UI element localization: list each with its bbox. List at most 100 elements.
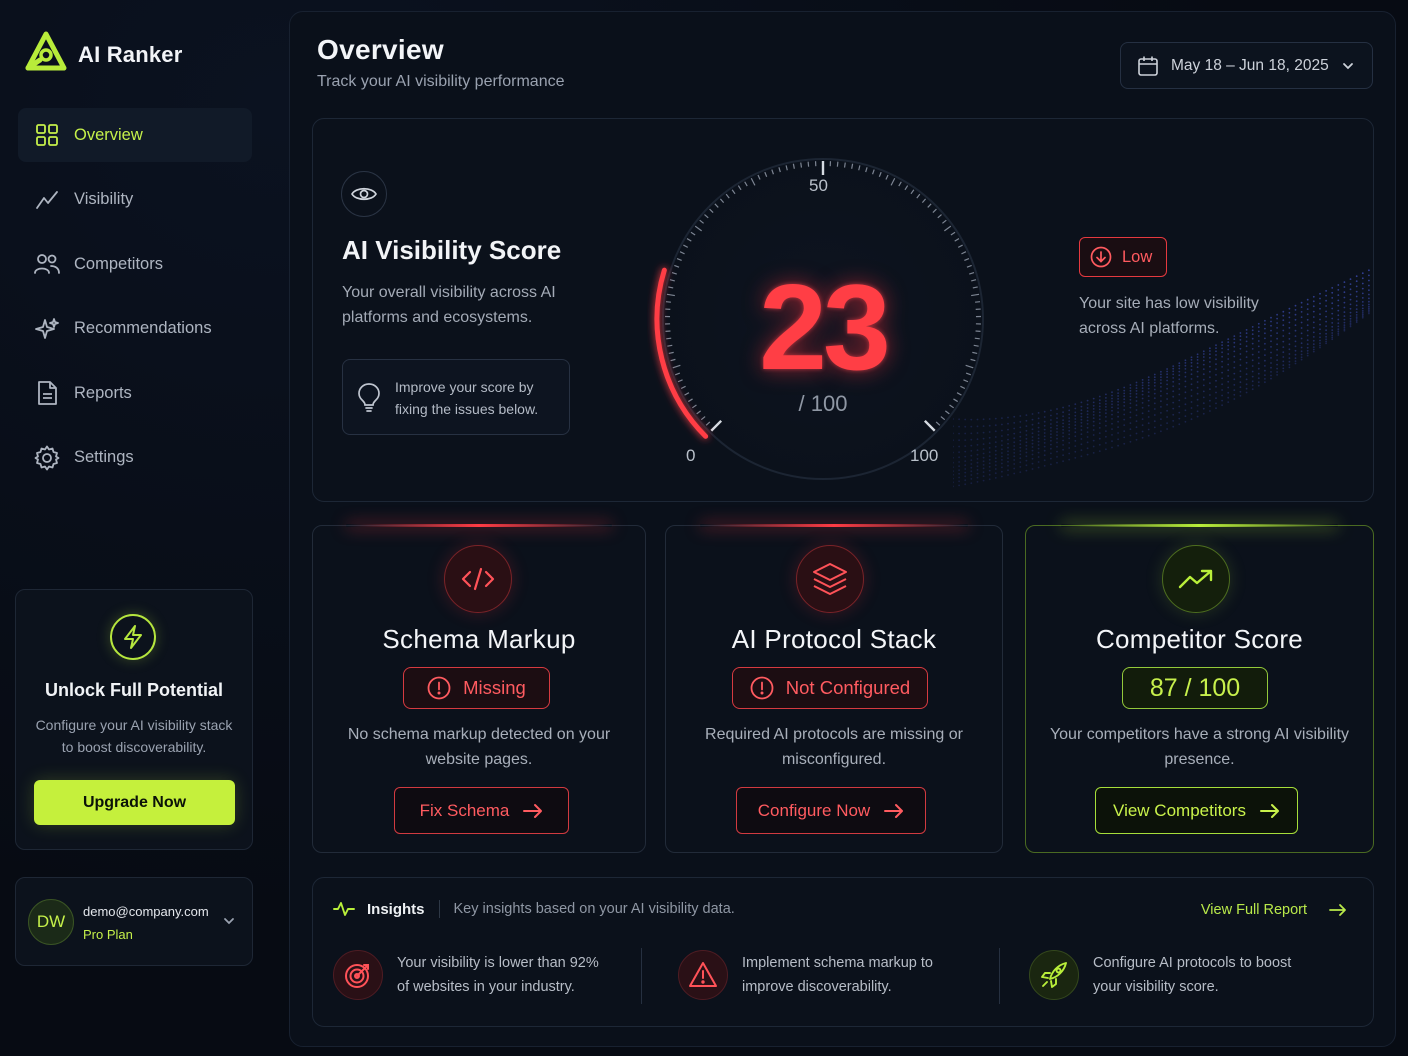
wave-dot <box>1337 309 1340 312</box>
wave-dot <box>1123 430 1126 432</box>
tip-text: Improve your score by fixing the issues … <box>395 379 539 417</box>
view-competitors-button[interactable]: View Competitors <box>1095 787 1298 834</box>
sidebar-item-overview[interactable]: Overview <box>18 108 252 162</box>
wave-dot <box>1105 412 1107 415</box>
wave-dot <box>1153 373 1156 376</box>
wave-dot <box>1282 356 1285 358</box>
gauge-tick-0: 0 <box>686 446 696 465</box>
wave-dot <box>1025 441 1028 444</box>
arrow-right-icon <box>1329 903 1347 917</box>
wave-dot <box>1117 395 1119 397</box>
brand[interactable]: AI Ranker <box>24 30 183 79</box>
competitor-score-badge: 87 / 100 <box>1122 667 1268 709</box>
wave-dot <box>1264 342 1266 345</box>
wave-dot <box>1227 386 1230 389</box>
date-range-picker[interactable]: May 18 – Jun 18, 2025 <box>1120 42 1373 89</box>
insight-item: Your visibility is lower than 92% of web… <box>333 950 612 1000</box>
sidebar-item-settings[interactable]: Settings <box>18 431 252 485</box>
wave-dot <box>1098 402 1101 405</box>
wave-dot <box>1141 406 1144 409</box>
wave-dot <box>1325 335 1327 338</box>
score-max: / 100 <box>798 391 848 416</box>
wave-dot <box>1160 406 1162 408</box>
wave-dot <box>1123 386 1126 389</box>
wave-dot <box>1196 410 1199 413</box>
insight-text: Your visibility is lower than 92% of web… <box>397 955 599 995</box>
wave-dot <box>1160 376 1162 378</box>
wave-dot <box>1355 295 1358 298</box>
wave-dot <box>1056 441 1058 444</box>
wave-dot <box>1074 421 1077 423</box>
upgrade-now-button[interactable]: Upgrade Now <box>34 780 235 825</box>
wave-dot <box>1245 378 1248 381</box>
wave-dot <box>1019 450 1022 452</box>
wave-dot <box>1050 419 1052 421</box>
wave-dot <box>1184 380 1187 383</box>
wave-dot <box>1319 344 1321 347</box>
wave-dot <box>1007 442 1009 445</box>
wave-dot <box>1264 359 1266 362</box>
wave-dot <box>1153 402 1156 405</box>
wave-dot <box>1294 318 1297 321</box>
wave-dot <box>1086 436 1089 438</box>
wave-dot <box>1190 369 1193 371</box>
wave-dot <box>1092 401 1095 404</box>
wave-dot <box>1331 302 1334 305</box>
wave-dot <box>1111 403 1113 406</box>
wave-dot <box>1190 395 1193 397</box>
wave-dot <box>1184 403 1187 406</box>
wave-dot <box>1025 425 1028 427</box>
wave-dot <box>1056 456 1058 458</box>
fix-schema-button[interactable]: Fix Schema <box>394 787 569 834</box>
wave-dot <box>1196 356 1199 358</box>
page-title: Overview <box>317 34 444 65</box>
wave-dot <box>1264 369 1266 372</box>
wave-dot <box>1257 362 1260 365</box>
wave-dot <box>1007 457 1009 459</box>
wave-dot <box>1080 455 1083 458</box>
wave-dot <box>1019 457 1022 460</box>
wave-dot <box>1007 450 1009 453</box>
wave-dot <box>1239 386 1242 389</box>
wave-dot <box>1337 318 1340 321</box>
wave-dot <box>1043 438 1046 441</box>
sidebar-item-visibility[interactable]: Visibility <box>18 173 252 227</box>
wave-dot <box>1019 426 1022 429</box>
configure-now-button[interactable]: Configure Now <box>736 787 926 834</box>
wave-dot <box>1331 322 1334 324</box>
wave-dot <box>1270 377 1272 380</box>
wave-dot <box>1227 358 1230 360</box>
insight-text: Implement schema markup to improve disco… <box>742 955 933 995</box>
wave-dot <box>1319 342 1321 345</box>
sidebar-item-reports[interactable]: Reports <box>18 366 252 420</box>
sidebar-item-competitors[interactable]: Competitors <box>18 237 252 291</box>
wave-dot <box>1306 352 1309 355</box>
wave-dot <box>1276 354 1278 356</box>
wave-dot <box>1300 356 1303 359</box>
gear-icon <box>34 445 60 471</box>
wave-dot <box>1037 440 1040 443</box>
wave-dot <box>1062 406 1064 409</box>
wave-dot <box>1368 289 1370 292</box>
wave-dot <box>1233 393 1236 396</box>
wave-dot <box>1062 432 1064 434</box>
wave-dot <box>1349 317 1352 320</box>
sidebar-item-recommendations[interactable]: Recommendations <box>18 302 252 356</box>
score-gauge: 23 / 100 50 0 100 <box>643 139 1003 499</box>
wave-dot <box>1282 335 1285 337</box>
view-full-report-link[interactable]: View Full Report <box>1201 902 1347 918</box>
wave-dot <box>1251 353 1254 356</box>
user-menu[interactable]: DW demo@company.com Pro Plan <box>15 877 253 966</box>
wave-dot <box>1312 350 1315 353</box>
wave-dot <box>1166 370 1168 373</box>
wave-dot <box>1074 445 1077 447</box>
wave-dot <box>1202 368 1205 370</box>
wave-dot <box>1037 444 1040 446</box>
wave-dot <box>1172 407 1175 410</box>
wave-dot <box>1050 423 1052 425</box>
wave-dot <box>1129 406 1132 409</box>
chevron-down-icon[interactable] <box>222 914 236 928</box>
card-title: Schema Markup <box>382 624 576 654</box>
wave-dot <box>1215 344 1217 347</box>
wave-dot <box>1013 422 1016 424</box>
